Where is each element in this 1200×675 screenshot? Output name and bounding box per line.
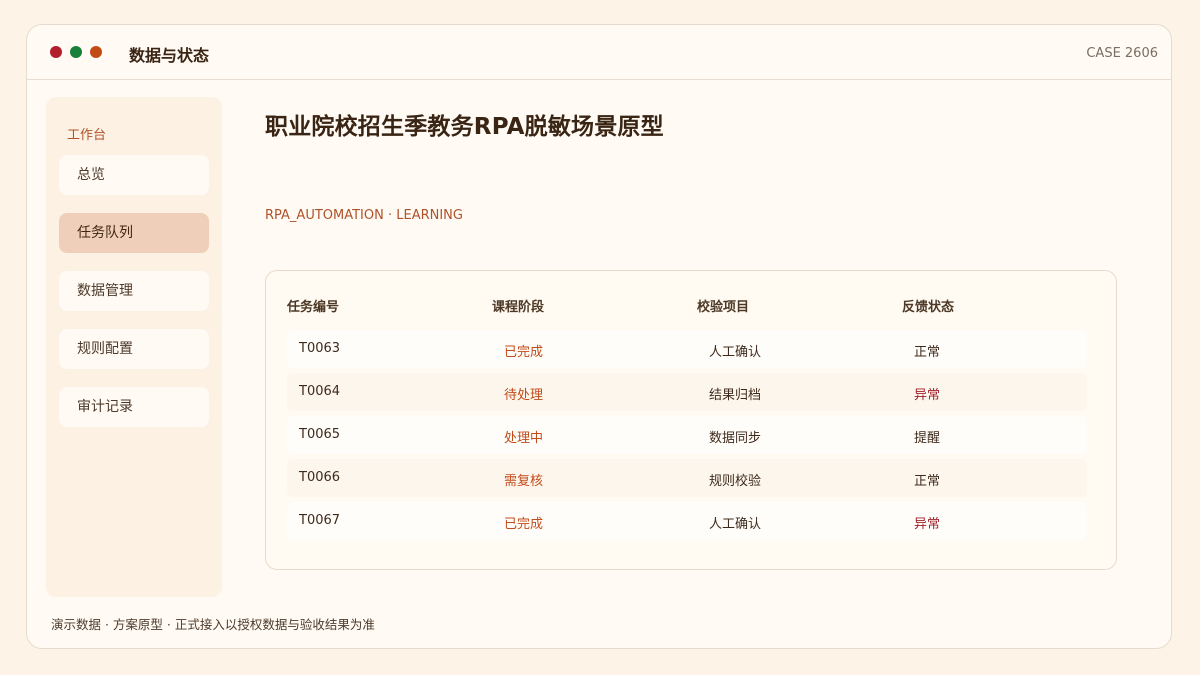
sidebar-item-data-management[interactable]: 数据管理 bbox=[59, 271, 209, 311]
tag-line: RPA_AUTOMATION · LEARNING bbox=[265, 208, 463, 223]
column-header-check-item: 校验项目 bbox=[697, 300, 750, 315]
check-item-cell: 数据同步 bbox=[709, 431, 762, 446]
minimize-window-dot-icon[interactable] bbox=[90, 46, 102, 58]
close-window-dot-icon[interactable] bbox=[50, 46, 62, 58]
task-id-cell: T0064 bbox=[299, 384, 341, 399]
maximize-window-dot-icon[interactable] bbox=[70, 46, 82, 58]
feedback-status-cell: 正常 bbox=[914, 474, 941, 489]
title-bar: 数据与状态 CASE 2606 bbox=[27, 25, 1171, 80]
check-item-cell: 人工确认 bbox=[709, 345, 762, 360]
table-row[interactable]: T0065 处理中 数据同步 提醒 bbox=[287, 416, 1087, 454]
page-title: 职业院校招生季教务RPA脱敏场景原型 bbox=[265, 114, 664, 140]
feedback-status-cell: 异常 bbox=[914, 388, 941, 403]
column-header-task-id: 任务编号 bbox=[287, 300, 340, 315]
check-item-cell: 结果归档 bbox=[709, 388, 762, 403]
table-row[interactable]: T0066 需复核 规则校验 正常 bbox=[287, 459, 1087, 497]
sidebar-item-label: 审计记录 bbox=[77, 399, 133, 415]
feedback-status-cell: 正常 bbox=[914, 345, 941, 360]
course-stage-cell: 已完成 bbox=[504, 345, 544, 360]
sidebar-item-label: 总览 bbox=[77, 167, 105, 183]
check-item-cell: 规则校验 bbox=[709, 474, 762, 489]
column-header-feedback-status: 反馈状态 bbox=[902, 300, 955, 315]
case-id: CASE 2606 bbox=[1086, 46, 1158, 61]
task-id-cell: T0063 bbox=[299, 341, 341, 356]
task-id-cell: T0065 bbox=[299, 427, 341, 442]
sidebar-item-label: 规则配置 bbox=[77, 341, 133, 357]
task-table: 任务编号 课程阶段 校验项目 反馈状态 T0063 已完成 人工确认 正常 T0… bbox=[265, 270, 1117, 570]
sidebar-heading: 工作台 bbox=[67, 128, 107, 143]
sidebar-item-task-queue[interactable]: 任务队列 bbox=[59, 213, 209, 253]
footer-note: 演示数据 · 方案原型 · 正式接入以授权数据与验收结果为准 bbox=[51, 617, 375, 632]
sidebar-item-label: 数据管理 bbox=[77, 283, 133, 299]
app-title: 数据与状态 bbox=[129, 46, 210, 65]
sidebar-item-rule-config[interactable]: 规则配置 bbox=[59, 329, 209, 369]
table-row[interactable]: T0064 待处理 结果归档 异常 bbox=[287, 373, 1087, 411]
column-header-course-stage: 课程阶段 bbox=[492, 300, 545, 315]
feedback-status-cell: 异常 bbox=[914, 517, 941, 532]
app-window: 数据与状态 CASE 2606 工作台 总览 任务队列 数据管理 规则配置 审计… bbox=[26, 24, 1172, 649]
course-stage-cell: 已完成 bbox=[504, 517, 544, 532]
sidebar-item-label: 任务队列 bbox=[77, 225, 133, 241]
task-id-cell: T0067 bbox=[299, 513, 341, 528]
course-stage-cell: 待处理 bbox=[504, 388, 544, 403]
sidebar: 工作台 总览 任务队列 数据管理 规则配置 审计记录 bbox=[46, 97, 222, 597]
table-row[interactable]: T0063 已完成 人工确认 正常 bbox=[287, 330, 1087, 368]
sidebar-item-audit-log[interactable]: 审计记录 bbox=[59, 387, 209, 427]
course-stage-cell: 需复核 bbox=[504, 474, 544, 489]
task-id-cell: T0066 bbox=[299, 470, 341, 485]
feedback-status-cell: 提醒 bbox=[914, 431, 941, 446]
sidebar-item-overview[interactable]: 总览 bbox=[59, 155, 209, 195]
table-row[interactable]: T0067 已完成 人工确认 异常 bbox=[287, 502, 1087, 540]
course-stage-cell: 处理中 bbox=[504, 431, 544, 446]
check-item-cell: 人工确认 bbox=[709, 517, 762, 532]
